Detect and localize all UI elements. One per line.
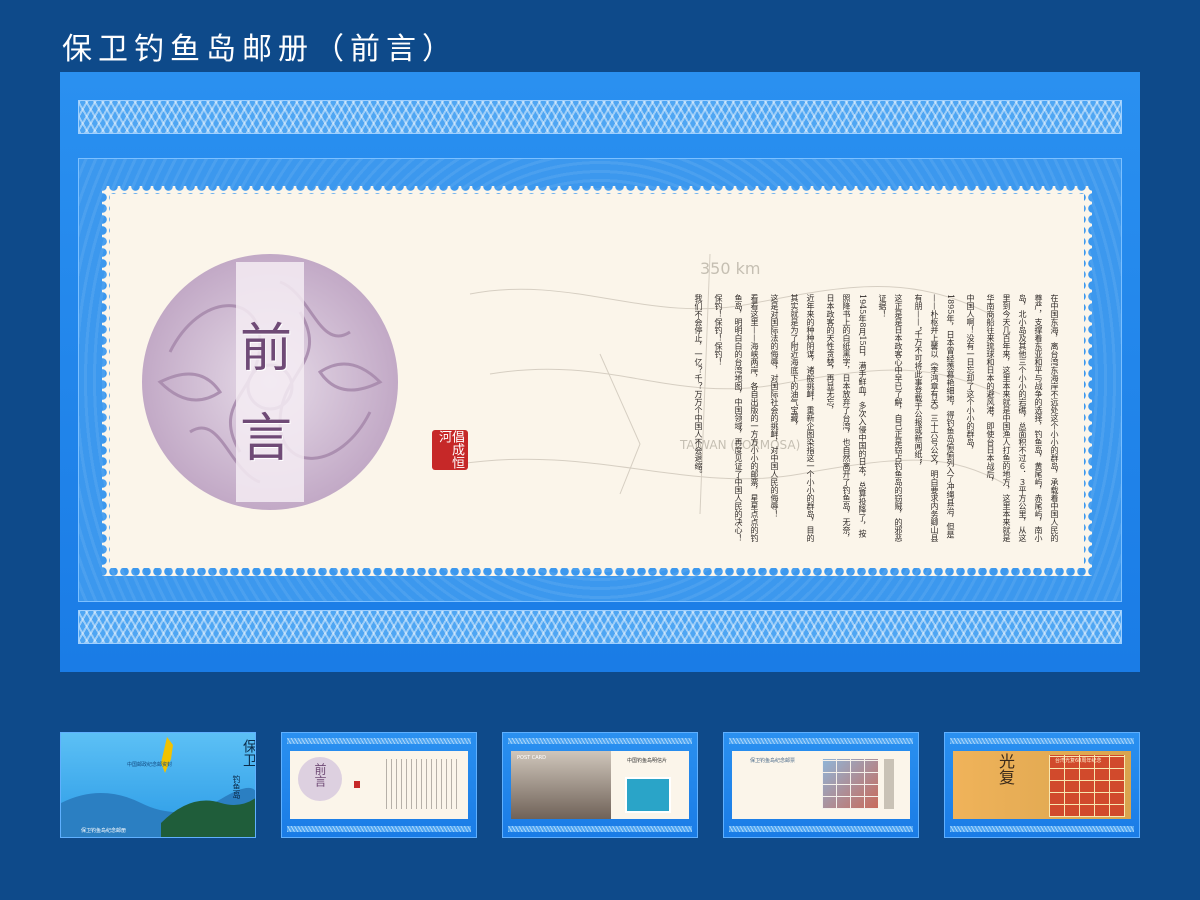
thumb-band [508, 738, 692, 744]
preface-paragraph: 看看这里——海峡两岸，各自出版的一方方小小的邮票，星星点点的钓鱼岛，明明白白的台… [734, 294, 759, 542]
mini-text-columns [386, 759, 460, 809]
thumb-paper: POST CARD 中国钓鱼岛明信片 [511, 751, 689, 819]
bottom-guilloche-band [78, 610, 1122, 644]
thumb-band [950, 826, 1134, 832]
thumb-band [729, 826, 913, 832]
postcard-label: POST CARD [517, 755, 547, 761]
cover-caption: 保卫钓鱼岛纪念邮册 [81, 828, 127, 834]
mini-seal-icon [354, 781, 360, 788]
thumb-band [508, 826, 692, 832]
preface-paragraph: 中国人啊！没有一日忘却了这个小小的群岛， [966, 294, 975, 454]
restoration-sheet-grid-icon [1049, 755, 1125, 817]
preface-paragraph: 1895年，日本曾经羡慕艳细地，得钓鱼岛偷偷列入了冲绳县治，但是——朴枢并上馨以… [914, 294, 955, 542]
perforated-stamp-sheet: 350 km TAIWAN (FORMOSA) 前 言 倡成恒河 在中国东海，离… [102, 186, 1092, 576]
stamp-sheet-grid-icon [822, 759, 878, 809]
thumbnail-stamp-sheet[interactable]: 保卫钓鱼岛纪念邮票 [723, 732, 919, 838]
thumbnail-postcard[interactable]: POST CARD 中国钓鱼岛明信片 [502, 732, 698, 838]
preface-title-char-1: 前 [239, 319, 292, 379]
thumb-band [950, 738, 1134, 744]
stamp-sheet-heading: 保卫钓鱼岛纪念邮票 [750, 758, 796, 764]
album-page-preface: 350 km TAIWAN (FORMOSA) 前 言 倡成恒河 在中国东海，离… [60, 72, 1140, 672]
postcard-heading: 中国钓鱼岛明信片 [627, 758, 668, 764]
thumb-paper: 前言 [290, 751, 468, 819]
red-seal-stamp: 倡成恒河 [432, 430, 468, 470]
cover-landscape-icon [61, 737, 255, 837]
preface-paragraph: 这是对国际法的侮辱，对国际社会的挑衅，对中国人民的侮辱！ [770, 294, 779, 518]
postcard-photo [511, 751, 611, 819]
stamp-paper: 350 km TAIWAN (FORMOSA) 前 言 倡成恒河 在中国东海，离… [110, 194, 1084, 568]
thumb-paper: 光复 台湾光复68周年纪念 [953, 751, 1131, 819]
thumbnail-restoration[interactable]: 光复 台湾光复68周年纪念 [944, 732, 1140, 838]
thumb-band [729, 738, 913, 744]
thumbnail-cover[interactable]: 保卫 钓鱼岛 保卫钓鱼岛纪念邮册 中国邮政纪念邮资封 [60, 732, 256, 838]
top-guilloche-band [78, 100, 1122, 134]
restoration-title: 光复 [996, 753, 1015, 785]
thumb-paper: 保卫钓鱼岛纪念邮票 [732, 751, 910, 819]
thumb-preface-title: 前言 [313, 763, 327, 787]
restoration-heading: 台湾光复68周年纪念 [1055, 758, 1102, 764]
map-distance-label: 350 km [700, 259, 760, 278]
thumb-band [287, 738, 471, 744]
cover-banner: 中国邮政纪念邮资封 [127, 762, 173, 768]
cover-title: 保卫 [241, 739, 256, 767]
preface-title: 前 言 [236, 304, 296, 484]
preface-body-text: 在中国东海，离台湾东海岸不远处这个小小的群岛，承载着中国人民的尊严，支撑着东亚和… [686, 294, 1062, 544]
stamp-sheet-margin [884, 759, 894, 809]
preface-paragraph: 保钓！保钓！保钓！ [714, 294, 723, 366]
thumbnail-preface[interactable]: 前言 [281, 732, 477, 838]
preface-paragraph: 1945年8月15日，满手鲜血，多次入侵中国的日本，总算投降了，按照降书上的白纸… [826, 294, 867, 542]
postcard-stamp-icon [625, 777, 671, 813]
preface-paragraph: 近年来的种种阴谋，诸般挑衅，重新企图染指这一个小小的群岛，目的其实就是为了附近海… [790, 294, 815, 542]
preface-paragraph: 我们不会停止，一亿？千？万万个中国人不会退缩。 [694, 294, 703, 478]
page-title: 保卫钓鱼岛邮册（前言） [62, 32, 458, 67]
preface-paragraph: 在中国东海，离台湾东海岸不远处这个小小的群岛，承载着中国人民的尊严，支撑着东亚和… [986, 294, 1059, 542]
preface-paragraph: 这正是是日本政客心中早已了解，自己正是窃占钓鱼岛的窃贼，的邪恶证据！ [878, 294, 903, 542]
thumb-band [287, 826, 471, 832]
cover-subtitle: 钓鱼岛 [232, 775, 241, 799]
preface-title-char-2: 言 [239, 409, 292, 469]
